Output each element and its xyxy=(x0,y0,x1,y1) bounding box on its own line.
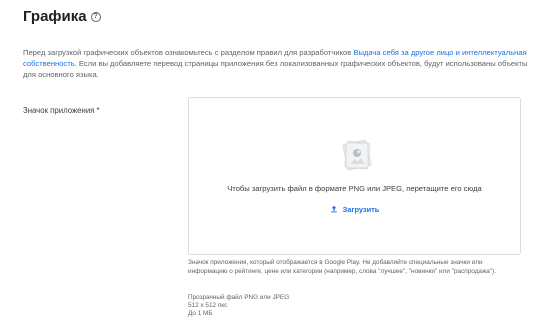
page-title: Графика xyxy=(23,8,87,25)
intro-paragraph: Перед загрузкой графических объектов озн… xyxy=(23,47,533,80)
upload-button[interactable]: Загрузить xyxy=(189,205,520,214)
spec-size: 512 x 512 пкс xyxy=(188,302,228,309)
app-icon-label: Значок приложения * xyxy=(23,106,100,115)
app-icon-dropzone[interactable]: Чтобы загрузить файл в формате PNG или J… xyxy=(188,97,521,255)
help-circle-icon[interactable]: ? xyxy=(90,11,101,22)
section-header: Графика ? xyxy=(23,8,101,25)
spec-max: До 1 МБ xyxy=(188,310,213,317)
upload-hint: Чтобы загрузить файл в формате PNG или J… xyxy=(227,184,482,193)
upload-icon xyxy=(330,205,337,213)
upload-button-label: Загрузить xyxy=(342,205,380,214)
intro-text-after: . Если вы добавляете перевод страницы пр… xyxy=(23,59,528,79)
app-icon-description: Значок приложения, который отображается … xyxy=(188,259,496,275)
intro-text-before: Перед загрузкой графических объектов озн… xyxy=(23,48,354,57)
app-icon-requirements: Прозрачный файл PNG или JPEG 512 x 512 п… xyxy=(188,294,289,318)
spec-format: Прозрачный файл PNG или JPEG xyxy=(188,294,290,301)
image-placeholder-icon xyxy=(342,139,372,171)
